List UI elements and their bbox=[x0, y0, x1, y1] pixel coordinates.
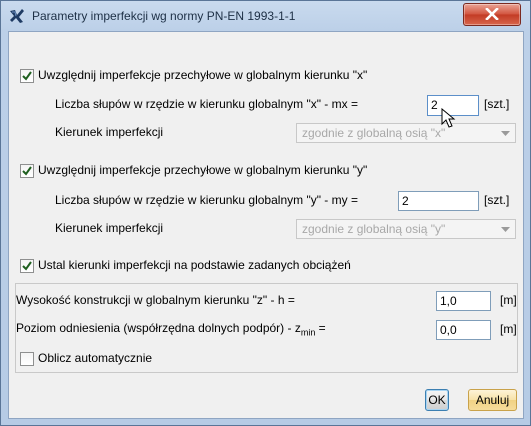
close-icon bbox=[485, 8, 499, 20]
include-x-checkbox[interactable] bbox=[20, 69, 34, 83]
height-input[interactable]: 1,0 bbox=[436, 291, 491, 311]
columns-y-unit: [szt.] bbox=[484, 193, 510, 207]
app-icon bbox=[10, 9, 24, 23]
zmin-label-subscript: min bbox=[300, 327, 316, 338]
auto-calc-label: Oblicz automatycznie bbox=[38, 351, 153, 365]
include-y-checkbox[interactable] bbox=[20, 164, 34, 178]
zmin-label-prefix: Poziom odniesienia (współrzędna dolnych … bbox=[16, 321, 301, 335]
mouse-cursor-icon bbox=[441, 108, 456, 128]
zmin-input[interactable]: 0,0 bbox=[436, 320, 491, 340]
zmin-label-suffix: = bbox=[315, 321, 326, 335]
height-unit: [m] bbox=[500, 293, 517, 307]
columns-y-label: Liczba słupów w rzędzie w kierunku globa… bbox=[55, 193, 358, 207]
chevron-down-icon bbox=[501, 131, 510, 136]
zmin-label: Poziom odniesienia (współrzędna dolnych … bbox=[16, 321, 326, 337]
direction-y-label: Kierunek imperfekcji bbox=[55, 221, 164, 235]
direction-y-select[interactable]: zgodnie z globalną osią "y" bbox=[296, 219, 516, 239]
include-y-label: Uwzględnij imperfekcje przechyłowe w glo… bbox=[38, 163, 368, 177]
auto-calc-checkbox[interactable] bbox=[20, 352, 34, 366]
columns-x-label: Liczba słupów w rzędzie w kierunku globa… bbox=[55, 97, 358, 111]
direction-y-value: zgodnie z globalną osią "y" bbox=[302, 222, 446, 236]
window-title: Parametry imperfekcji wg normy PN-EN 199… bbox=[32, 9, 296, 23]
loads-direction-label: Ustal kierunki imperfekcji na podstawie … bbox=[38, 258, 351, 272]
direction-x-select[interactable]: zgodnie z globalną osią "x" bbox=[296, 123, 516, 143]
checkmark-icon bbox=[22, 261, 32, 271]
dialog-content: Uwzględnij imperfekcje przechyłowe w glo… bbox=[8, 31, 524, 419]
cancel-button[interactable]: Anuluj bbox=[468, 389, 517, 411]
loads-direction-checkbox[interactable] bbox=[20, 259, 34, 273]
close-button[interactable] bbox=[463, 3, 521, 26]
checkmark-icon bbox=[22, 166, 32, 176]
direction-x-label: Kierunek imperfekcji bbox=[55, 125, 164, 139]
chevron-down-icon bbox=[501, 227, 510, 232]
columns-x-unit: [szt.] bbox=[484, 97, 510, 111]
checkmark-icon bbox=[22, 71, 32, 81]
dialog-window: Parametry imperfekcji wg normy PN-EN 199… bbox=[0, 0, 531, 426]
direction-x-value: zgodnie z globalną osią "x" bbox=[302, 126, 446, 140]
height-label: Wysokość konstrukcji w globalnym kierunk… bbox=[16, 293, 295, 307]
columns-y-input[interactable]: 2 bbox=[398, 191, 479, 211]
title-bar[interactable]: Parametry imperfekcji wg normy PN-EN 199… bbox=[1, 1, 530, 31]
zmin-unit: [m] bbox=[500, 322, 517, 336]
include-x-label: Uwzględnij imperfekcje przechyłowe w glo… bbox=[38, 68, 368, 82]
ok-button[interactable]: OK bbox=[425, 389, 449, 411]
height-group: Wysokość konstrukcji w globalnym kierunk… bbox=[15, 283, 518, 373]
